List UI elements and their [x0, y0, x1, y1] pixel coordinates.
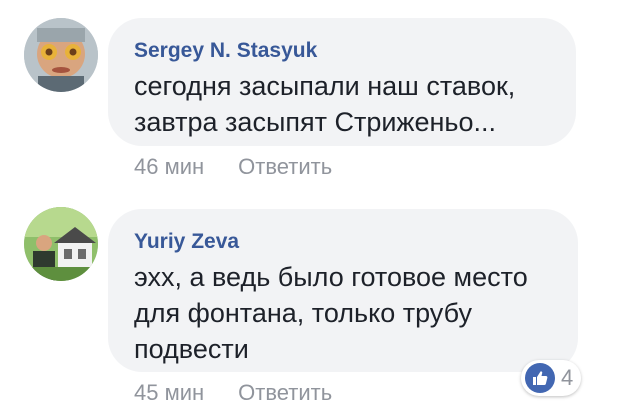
reaction-count: 4: [561, 365, 574, 390]
comment-meta: 45 мин Ответить: [134, 380, 332, 406]
reply-link[interactable]: Ответить: [238, 380, 332, 405]
like-icon: [525, 363, 555, 393]
reply-link[interactable]: Ответить: [238, 154, 332, 179]
comment-author[interactable]: Sergey N. Stasyuk: [134, 38, 550, 64]
comment-bubble: Sergey N. Stasyuk сегодня засыпали наш с…: [108, 18, 576, 146]
comment-author[interactable]: Yuriy Zeva: [134, 229, 552, 255]
comment-meta: 46 мин Ответить: [134, 154, 332, 180]
avatar-photo-icon: [24, 207, 98, 281]
reactions-badge[interactable]: 4: [521, 360, 582, 396]
comment-text: эхх, а ведь было готовое место для фонта…: [134, 262, 528, 364]
comment-text: сегодня засыпали наш ставок, завтра засы…: [134, 71, 516, 137]
comment-bubble: Yuriy Zeva эхх, а ведь было готовое мест…: [108, 209, 578, 372]
avatar-photo-icon: [24, 18, 98, 92]
avatar[interactable]: [24, 207, 98, 281]
comment-time[interactable]: 45 мин: [134, 380, 204, 405]
avatar[interactable]: [24, 18, 98, 92]
comment-time[interactable]: 46 мин: [134, 154, 204, 179]
